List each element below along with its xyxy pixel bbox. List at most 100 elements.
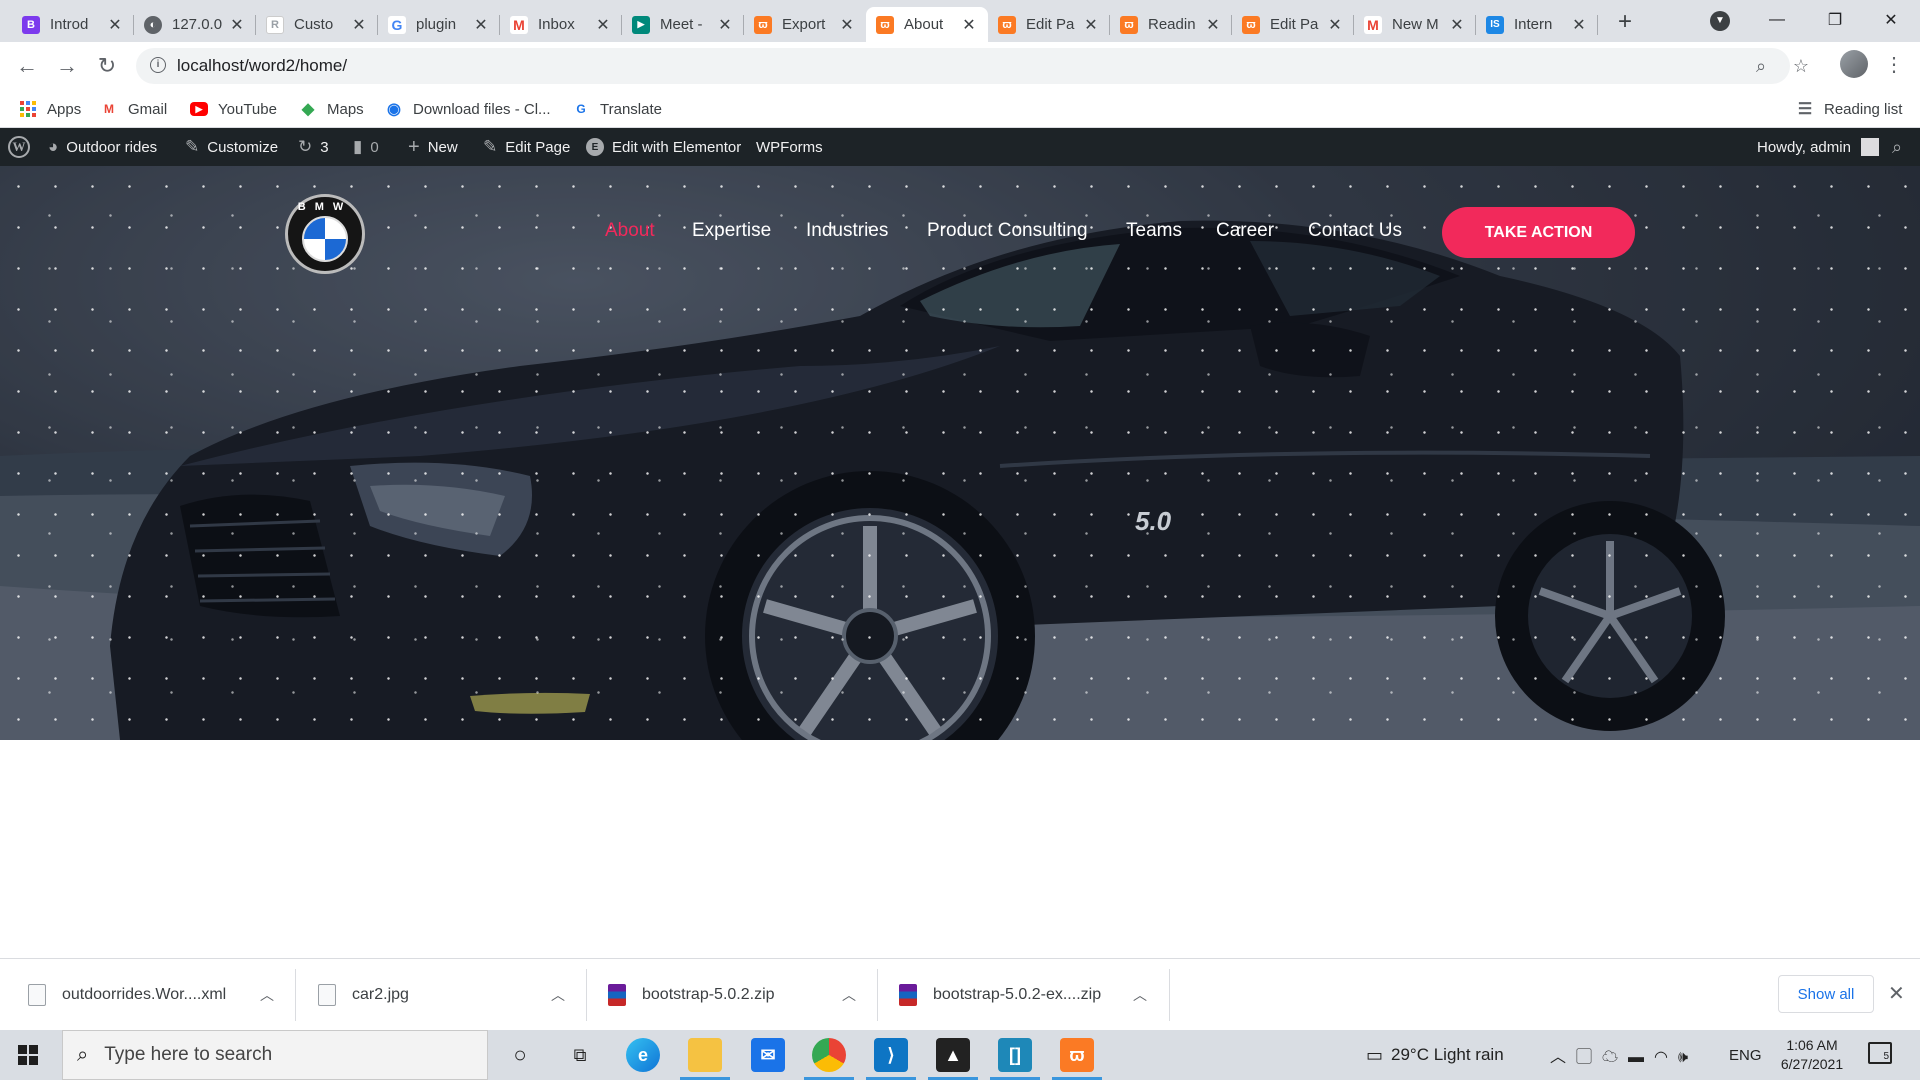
edge-icon[interactable]: e [626,1038,660,1072]
profile-avatar[interactable] [1840,50,1868,78]
site-logo[interactable]: BMW [285,194,365,274]
taskbar-search-box[interactable]: ⌕ Type here to search [62,1030,488,1080]
close-icon[interactable]: ✕ [228,16,246,34]
site-name-link[interactable]: ◕ Outdoor rides [48,128,157,166]
comments-link[interactable]: ▮ 0 [353,128,379,166]
browser-tab[interactable]: ϖ Export ✕ [744,7,866,42]
nav-product-consulting[interactable]: Product Consulting [927,220,1088,242]
close-icon[interactable]: ✕ [472,16,490,34]
download-item[interactable]: car2.jpg ︿ [318,959,565,1031]
download-item[interactable]: bootstrap-5.0.2.zip ︿ [608,959,856,1031]
nav-teams[interactable]: Teams [1126,220,1182,242]
close-icon[interactable]: ✕ [838,16,856,34]
vscode-icon[interactable]: ⟩ [866,1038,916,1080]
bookmark-download-files[interactable]: ◉ Download files - Cl... [385,99,551,119]
browser-tab[interactable]: B Introd ✕ [12,7,134,42]
photos-icon[interactable]: ▲ [928,1038,978,1080]
brackets-icon[interactable]: [] [990,1038,1040,1080]
browser-tab[interactable]: IS Intern ✕ [1476,7,1598,42]
file-explorer-icon[interactable] [680,1038,730,1080]
chevron-up-icon[interactable]: ︿ [1133,985,1147,1005]
youtube-icon: ▶ [190,102,208,116]
weather-widget[interactable]: ▭ 29°C Light rain [1366,1030,1504,1080]
browser-tab[interactable]: G plugin ✕ [378,7,500,42]
notifications-icon[interactable]: 5 [1868,1042,1892,1064]
download-item[interactable]: bootstrap-5.0.2-ex....zip ︿ [899,959,1147,1031]
close-icon[interactable]: ✕ [1204,16,1222,34]
close-icon[interactable]: ✕ [1888,981,1905,1006]
nav-contact-us[interactable]: Contact Us [1308,220,1402,242]
browser-tab[interactable]: ϖ Readin ✕ [1110,7,1232,42]
close-icon[interactable]: ✕ [960,16,978,34]
language-indicator[interactable]: ENG [1729,1030,1762,1080]
zoom-icon[interactable]: ⌕ [1750,55,1772,77]
system-tray-icons[interactable]: ︿▢☁▬◠🕪 [1550,1030,1698,1080]
edit-page-link[interactable]: ✎ Edit Page [483,128,570,166]
my-account-link[interactable]: Howdy, admin [1757,128,1879,166]
tab-search-icon[interactable]: ▼ [1710,11,1730,31]
edit-elementor-link[interactable]: E Edit with Elementor [586,128,741,166]
bookmark-maps[interactable]: ◆ Maps [299,99,364,119]
browser-tab-active[interactable]: ϖ About ✕ [866,7,988,42]
browser-tab[interactable]: ϖ Edit Pa ✕ [1232,7,1354,42]
clock[interactable]: 1:06 AM 6/27/2021 [1774,1036,1850,1074]
wp-logo-button[interactable]: W [8,128,30,166]
admin-search-button[interactable]: ⌕ [1892,128,1902,166]
bookmark-gmail[interactable]: M Gmail [100,99,167,119]
chevron-up-icon[interactable]: ︿ [551,985,565,1005]
info-icon[interactable]: i [150,57,166,73]
chevron-up-icon[interactable]: ︿ [260,985,274,1005]
chrome-icon[interactable] [804,1038,854,1080]
close-icon[interactable]: ✕ [1448,16,1466,34]
nav-about[interactable]: About [605,220,655,242]
close-icon[interactable]: ✕ [1082,16,1100,34]
task-view-icon[interactable]: ⧉ [563,1038,597,1072]
close-icon[interactable]: ✕ [106,16,124,34]
browser-tab[interactable]: R Custo ✕ [256,7,378,42]
customize-link[interactable]: ✎ Customize [185,128,278,166]
updates-link[interactable]: ↻ 3 [298,128,329,166]
nav-expertise[interactable]: Expertise [692,220,771,242]
show-all-button[interactable]: Show all [1778,975,1874,1013]
close-icon[interactable]: ✕ [1570,16,1588,34]
back-icon[interactable]: ← [12,51,42,81]
take-action-button[interactable]: TAKE ACTION [1442,207,1635,258]
minimize-icon[interactable]: — [1748,0,1806,40]
new-content-link[interactable]: + New [408,128,458,166]
restore-icon[interactable]: ❐ [1806,0,1864,40]
url-text[interactable]: localhost/word2/home/ [177,56,347,76]
tab-title: About [904,16,944,33]
menu-kebab-icon[interactable]: ⋮ [1884,52,1904,77]
browser-tab[interactable]: ◐ 127.0.0 ✕ [134,7,256,42]
xampp-icon[interactable]: ϖ [1052,1038,1102,1080]
forward-icon[interactable]: → [52,51,82,81]
download-item[interactable]: outdoorrides.Wor....xml ︿ [28,959,274,1031]
close-icon[interactable]: ✕ [350,16,368,34]
close-icon[interactable]: ✕ [594,16,612,34]
browser-tab[interactable]: M New M ✕ [1354,7,1476,42]
new-tab-button[interactable]: + [1612,10,1638,36]
bookmark-translate[interactable]: G Translate [572,99,662,119]
address-bar[interactable]: i localhost/word2/home/ ⌕ ☆ [136,48,1809,84]
close-icon[interactable]: ✕ [716,16,734,34]
edit-page-label: Edit Page [505,138,571,156]
wpforms-link[interactable]: WPForms [756,128,823,166]
chevron-up-icon[interactable]: ︿ [842,985,856,1005]
bookmark-apps[interactable]: Apps [19,99,81,119]
windows-start-icon[interactable] [18,1045,38,1065]
tab-title: 127.0.0 [172,16,223,33]
browser-tab[interactable]: ϖ Edit Pa ✕ [988,7,1110,42]
nav-industries[interactable]: Industries [806,220,888,242]
browser-tab[interactable]: M Inbox ✕ [500,7,622,42]
bookmark-star-icon[interactable]: ☆ [1790,55,1812,77]
cortana-icon[interactable]: ○ [503,1038,537,1072]
browser-tab[interactable]: ▶ Meet - ✕ [622,7,744,42]
close-window-icon[interactable]: ✕ [1862,0,1920,40]
close-icon[interactable]: ✕ [1326,16,1344,34]
reload-icon[interactable]: ↻ [92,51,122,81]
nav-career[interactable]: Career [1216,220,1274,242]
windows-taskbar: ⌕ Type here to search ○ ⧉ e ✉ ⟩ ▲ [] ϖ ▭… [0,1030,1920,1080]
reading-list-button[interactable]: ☰ Reading list [1796,99,1903,119]
bookmark-youtube[interactable]: ▶ YouTube [190,99,277,119]
mail-icon[interactable]: ✉ [751,1038,785,1072]
